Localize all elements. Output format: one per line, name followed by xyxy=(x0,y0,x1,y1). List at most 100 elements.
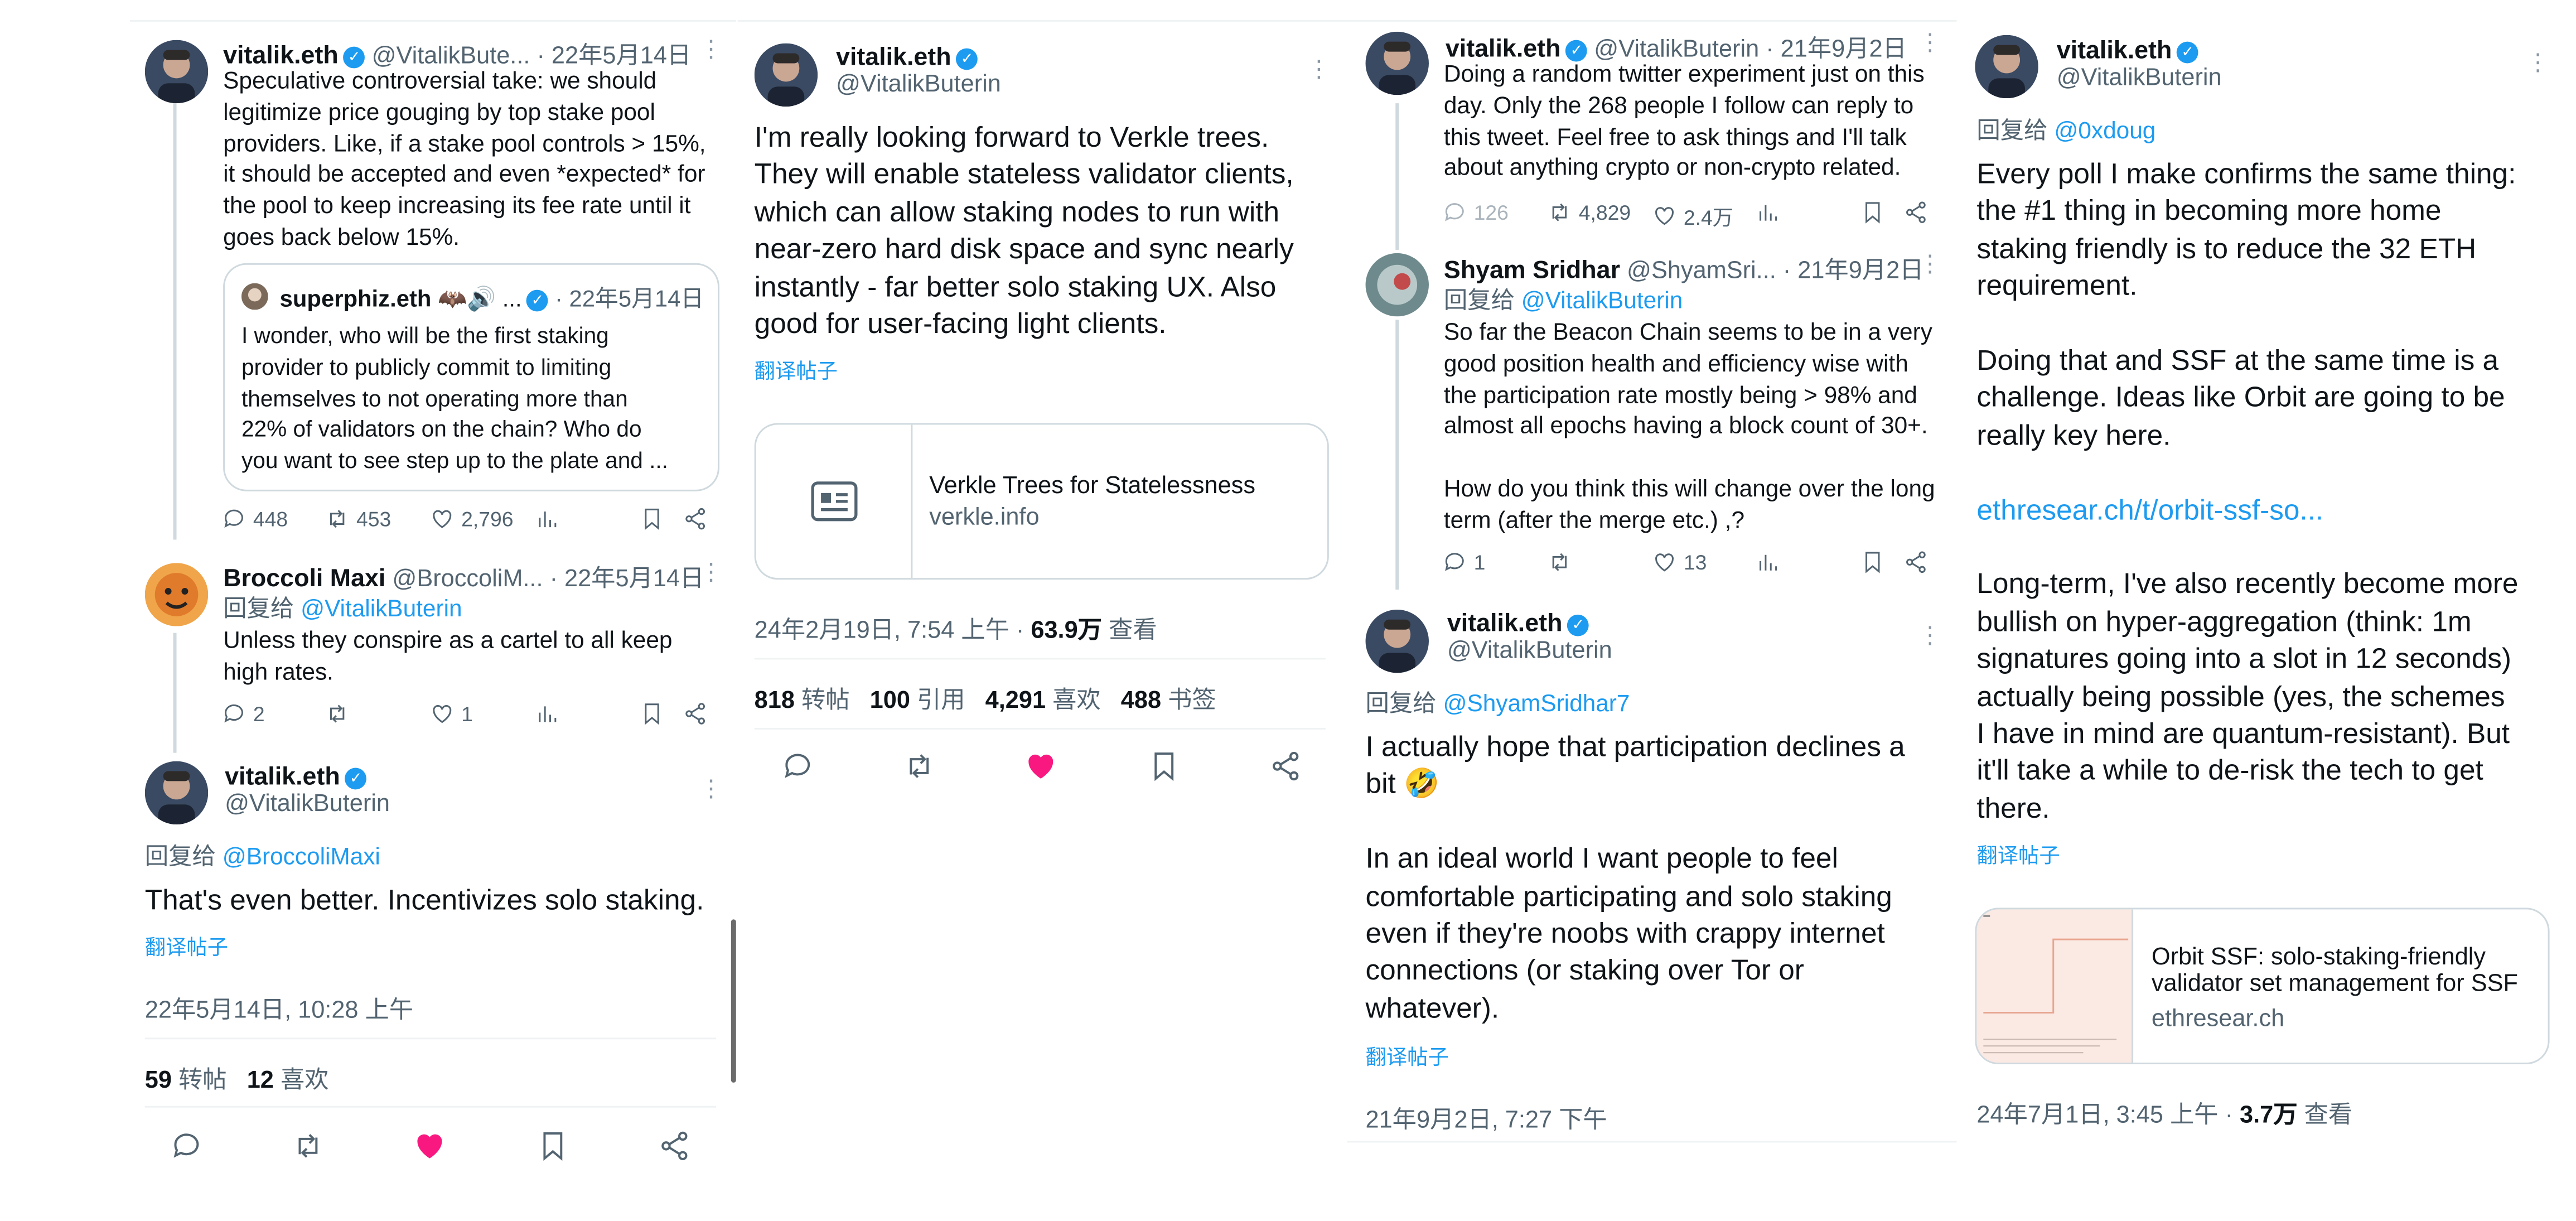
avatar[interactable] xyxy=(1975,35,2038,99)
author-handle[interactable]: @VitalikButerin xyxy=(225,791,390,818)
reply-to-link[interactable]: @ShyamSridhar7 xyxy=(1443,691,1630,718)
author-handle[interactable]: @VitalikBute... xyxy=(372,44,530,70)
avatar[interactable] xyxy=(1365,31,1429,95)
bookmark-icon[interactable] xyxy=(1860,200,1892,225)
more-options-icon[interactable]: ⋮ xyxy=(1918,30,1942,54)
share-icon[interactable] xyxy=(683,701,714,726)
reply-to-link[interactable]: @VitalikButerin xyxy=(1521,288,1683,315)
share-icon[interactable] xyxy=(1903,549,1935,575)
share-icon[interactable] xyxy=(683,506,714,532)
author-name[interactable]: vitalik.eth xyxy=(836,44,951,72)
translate-link[interactable]: 翻译帖子 xyxy=(755,353,838,385)
author-handle[interactable]: @ShyamSri... xyxy=(1627,258,1776,285)
more-options-icon[interactable]: ⋮ xyxy=(1918,623,1942,646)
retweet-button[interactable]: 453 xyxy=(325,506,391,532)
author-name[interactable]: Shyam Sridhar xyxy=(1444,257,1620,285)
avatar[interactable] xyxy=(144,761,209,825)
retweet-button[interactable]: 4,829 xyxy=(1547,200,1631,225)
reply-button[interactable]: 126 xyxy=(1442,200,1509,225)
retweet-count[interactable]: 59 xyxy=(145,1068,172,1094)
bookmark-icon[interactable] xyxy=(1147,750,1187,783)
translate-link[interactable]: 翻译帖子 xyxy=(1976,838,2060,870)
bookmark-icon[interactable] xyxy=(536,1130,576,1163)
retweet-button[interactable] xyxy=(1547,549,1579,575)
views-icon[interactable] xyxy=(1755,200,1787,225)
quote-date: · 22年5月14日 xyxy=(554,284,704,312)
like-button[interactable]: 1 xyxy=(429,701,473,726)
reply-prefix: 回复给 xyxy=(1443,288,1515,315)
more-options-icon[interactable]: ⋮ xyxy=(2526,50,2550,74)
author-handle[interactable]: @VitalikButerin xyxy=(2057,65,2222,91)
author-name[interactable]: vitalik.eth xyxy=(1447,610,1563,638)
reply-to-link[interactable]: @0xdoug xyxy=(2054,118,2155,145)
tweet-timestamp[interactable]: 21年9月2日, 7:27 下午 xyxy=(1366,1101,1607,1136)
bookmark-icon[interactable] xyxy=(640,506,671,532)
avatar[interactable] xyxy=(144,563,209,626)
like-button[interactable]: 2,796 xyxy=(429,506,514,532)
bookmark-icon[interactable] xyxy=(640,701,671,726)
retweet-button[interactable] xyxy=(292,1130,332,1163)
more-options-icon[interactable]: ⋮ xyxy=(1918,252,1942,275)
reply-button[interactable] xyxy=(170,1130,210,1163)
author-name[interactable]: vitalik.eth xyxy=(2057,37,2172,65)
scrollbar[interactable] xyxy=(731,919,736,1083)
author-handle[interactable]: @VitalikButerin xyxy=(836,71,1001,98)
more-options-icon[interactable]: ⋮ xyxy=(699,37,723,60)
like-count[interactable]: 12 xyxy=(247,1068,274,1094)
author-name[interactable]: vitalik.eth xyxy=(225,763,340,792)
tweet-date[interactable]: · 21年9月2日 xyxy=(1766,37,1907,64)
reply-button[interactable]: 1 xyxy=(1442,549,1485,575)
reply-button[interactable]: 448 xyxy=(221,506,288,532)
views-icon[interactable] xyxy=(535,701,567,726)
reply-to-link[interactable]: @VitalikButerin xyxy=(301,596,462,623)
thread-line xyxy=(1395,320,1399,590)
author-handle[interactable]: @BroccoliM... xyxy=(392,566,543,593)
author-name[interactable]: vitalik.eth xyxy=(1446,35,1561,64)
bookmark-icon[interactable] xyxy=(1860,549,1892,575)
retweet-label: 转帖 xyxy=(178,1068,227,1094)
quote-tweet[interactable]: superphiz.eth 🦇🔊 ... ✓ · 22年5月14日 I wonde… xyxy=(223,263,719,491)
author-name[interactable]: Broccoli Maxi xyxy=(223,564,385,593)
views-icon[interactable] xyxy=(1755,549,1787,575)
more-options-icon[interactable]: ⋮ xyxy=(699,559,723,583)
share-icon[interactable] xyxy=(1903,200,1935,225)
author-handle[interactable]: @VitalikButerin xyxy=(1447,638,1612,665)
tweet-timestamp[interactable]: 24年7月1日, 3:45 上午 · 3.7万 查看 xyxy=(1976,1096,2352,1131)
more-options-icon[interactable]: ⋮ xyxy=(1307,57,1331,80)
reply-button[interactable] xyxy=(781,750,821,783)
link-card[interactable]: Verkle Trees for Statelessness verkle.in… xyxy=(754,423,1329,580)
author-handle[interactable]: @VitalikButerin xyxy=(1594,37,1759,64)
tweet-text: So far the Beacon Chain seems to be in a… xyxy=(1443,320,1935,534)
avatar[interactable] xyxy=(1365,253,1429,317)
retweet-button[interactable] xyxy=(902,750,943,783)
retweet-button[interactable] xyxy=(325,701,356,726)
tweet-date[interactable]: · 22年5月14日 xyxy=(537,44,691,70)
avatar[interactable] xyxy=(754,43,818,107)
views-icon[interactable] xyxy=(535,506,567,532)
like-button[interactable]: 13 xyxy=(1652,549,1707,575)
avatar[interactable] xyxy=(1365,609,1429,673)
verified-badge-icon: ✓ xyxy=(1565,40,1588,62)
reply-to-link[interactable]: @BroccoliMaxi xyxy=(223,844,380,871)
link-card[interactable]: Orbit SSF: solo-staking-friendly validato… xyxy=(1975,908,2550,1065)
translate-link[interactable]: 翻译帖子 xyxy=(145,929,228,961)
tweet-timestamp[interactable]: 22年5月14日, 10:28 上午 xyxy=(145,991,413,1026)
reply-prefix: 回复给 xyxy=(223,596,294,623)
reply-button[interactable]: 2 xyxy=(221,701,265,726)
tweet-date[interactable]: · 22年5月14日 xyxy=(550,566,704,593)
tweet-date[interactable]: · 21年9月2日 xyxy=(1783,258,1924,285)
tweet-text: Every poll I make confirms the same thin… xyxy=(1976,156,2519,824)
like-button[interactable] xyxy=(1024,750,1064,783)
author-name[interactable]: vitalik.eth xyxy=(223,42,339,70)
tweet-timestamp[interactable]: 24年2月19日, 7:54 上午 · 63.9万 查看 xyxy=(755,611,1157,646)
share-icon[interactable] xyxy=(658,1130,698,1163)
like-button[interactable]: 2.4万 xyxy=(1652,200,1733,231)
more-options-icon[interactable]: ⋮ xyxy=(699,776,723,799)
tweet-link[interactable]: ethresear.ch/t/orbit-ssf-so... xyxy=(1976,491,2518,528)
link-card-thumb xyxy=(1976,909,2134,1063)
avatar[interactable] xyxy=(144,40,209,104)
link-card-title: Verkle Trees for Statelessness xyxy=(929,473,1255,500)
translate-link[interactable]: 翻译帖子 xyxy=(1366,1039,1449,1071)
share-icon[interactable] xyxy=(1269,750,1309,783)
like-button[interactable] xyxy=(413,1130,453,1163)
